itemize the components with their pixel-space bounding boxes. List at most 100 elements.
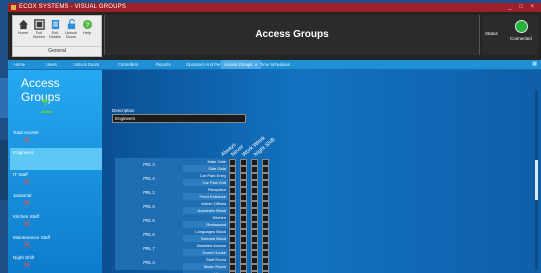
delete-icon[interactable]: ✕ bbox=[23, 135, 31, 145]
access-checkbox[interactable] bbox=[229, 201, 236, 208]
access-checkbox[interactable] bbox=[240, 222, 247, 229]
access-checkbox[interactable] bbox=[262, 166, 269, 173]
description-input[interactable] bbox=[112, 114, 246, 123]
access-checkbox[interactable] bbox=[262, 243, 269, 250]
access-checkbox[interactable] bbox=[229, 229, 236, 236]
access-checkbox[interactable] bbox=[240, 236, 247, 243]
access-checkbox[interactable] bbox=[240, 173, 247, 180]
access-checkbox[interactable] bbox=[240, 264, 247, 271]
access-checkbox[interactable] bbox=[240, 194, 247, 201]
tab-home[interactable]: Home bbox=[14, 60, 25, 69]
access-checkbox[interactable] bbox=[229, 194, 236, 201]
access-checkbox[interactable] bbox=[262, 229, 269, 236]
group-item-total-access[interactable]: Total Access ✕ bbox=[10, 128, 102, 150]
access-checkbox[interactable] bbox=[262, 201, 269, 208]
access-checkbox[interactable] bbox=[240, 243, 247, 250]
access-checkbox[interactable] bbox=[251, 215, 258, 222]
access-checkbox[interactable] bbox=[240, 201, 247, 208]
access-checkbox[interactable] bbox=[229, 166, 236, 173]
title-bar: ECOX SYSTEMS - VISUAL GROUPS _ □ × bbox=[8, 3, 541, 12]
access-checkbox[interactable] bbox=[251, 264, 258, 271]
access-checkbox[interactable] bbox=[240, 229, 247, 236]
group-item-it-staff[interactable]: IT Staff ✕ bbox=[10, 170, 102, 192]
access-checkbox[interactable] bbox=[229, 257, 236, 264]
add-group-icon[interactable]: + bbox=[41, 94, 52, 113]
help-button-label: Help bbox=[83, 31, 91, 35]
tab-controllers[interactable]: Controllers bbox=[118, 60, 138, 69]
access-checkbox[interactable] bbox=[251, 166, 258, 173]
help-button[interactable]: ? Help bbox=[79, 19, 95, 41]
tab-unlock-doors[interactable]: Unlock Doors bbox=[74, 60, 99, 69]
group-item-engineers[interactable]: Engineers bbox=[10, 148, 102, 170]
access-checkbox[interactable] bbox=[229, 159, 236, 166]
access-checkbox[interactable] bbox=[251, 201, 258, 208]
access-checkbox[interactable] bbox=[262, 159, 269, 166]
access-checkbox[interactable] bbox=[262, 187, 269, 194]
unlock-icon bbox=[67, 19, 75, 30]
access-checkbox[interactable] bbox=[240, 166, 247, 173]
access-checkbox[interactable] bbox=[251, 173, 258, 180]
access-checkbox[interactable] bbox=[262, 208, 269, 215]
tab-access-groups[interactable]: Access Groups ✕ bbox=[221, 60, 261, 69]
delete-icon[interactable]: ✕ bbox=[23, 219, 31, 229]
access-checkbox[interactable] bbox=[251, 257, 258, 264]
group-item-night-shift[interactable]: Night Shift ✕ bbox=[10, 253, 102, 273]
access-checkbox[interactable] bbox=[240, 180, 247, 187]
access-checkbox[interactable] bbox=[262, 257, 269, 264]
access-checkbox[interactable] bbox=[251, 236, 258, 243]
tab-time-schedules[interactable]: Time Schedules bbox=[260, 60, 290, 69]
access-checkbox[interactable] bbox=[262, 222, 269, 229]
access-checkbox[interactable] bbox=[251, 229, 258, 236]
access-checkbox[interactable] bbox=[229, 208, 236, 215]
access-checkbox[interactable] bbox=[262, 250, 269, 257]
delete-icon[interactable]: ✕ bbox=[23, 240, 31, 250]
group-item-janitorial[interactable]: Janitorial ✕ bbox=[10, 191, 102, 213]
access-checkbox[interactable] bbox=[262, 180, 269, 187]
close-tab-icon[interactable]: ✕ bbox=[254, 62, 258, 67]
access-checkbox[interactable] bbox=[262, 264, 269, 271]
vertical-scrollbar[interactable] bbox=[535, 90, 538, 270]
fullscreen-button[interactable]: Full Screen bbox=[31, 19, 47, 41]
access-checkbox[interactable] bbox=[229, 222, 236, 229]
exit-details-button[interactable]: Exit Details bbox=[47, 19, 63, 41]
access-checkbox[interactable] bbox=[229, 173, 236, 180]
access-checkbox[interactable] bbox=[262, 173, 269, 180]
access-checkbox[interactable] bbox=[251, 180, 258, 187]
group-item-maintenance-staff[interactable]: Maintenance Staff ✕ bbox=[10, 233, 102, 255]
window-controls[interactable]: _ □ × bbox=[508, 3, 537, 12]
scrollbar-thumb[interactable] bbox=[535, 160, 538, 200]
access-checkbox[interactable] bbox=[251, 194, 258, 201]
access-checkbox[interactable] bbox=[240, 159, 247, 166]
delete-icon[interactable]: ✕ bbox=[23, 260, 31, 270]
home-button[interactable]: Home bbox=[15, 19, 31, 41]
access-checkbox[interactable] bbox=[251, 243, 258, 250]
access-checkbox[interactable] bbox=[240, 215, 247, 222]
tab-users[interactable]: Users bbox=[46, 60, 57, 69]
access-checkbox[interactable] bbox=[240, 250, 247, 257]
ribbon: Home Full Screen Exit Details Unlock Doo… bbox=[8, 12, 541, 59]
access-checkbox[interactable] bbox=[229, 250, 236, 257]
access-checkbox[interactable] bbox=[229, 264, 236, 271]
access-checkbox[interactable] bbox=[251, 222, 258, 229]
access-checkbox[interactable] bbox=[229, 215, 236, 222]
access-checkbox[interactable] bbox=[262, 194, 269, 201]
delete-icon[interactable]: ✕ bbox=[23, 177, 31, 187]
access-checkbox[interactable] bbox=[240, 208, 247, 215]
access-checkbox[interactable] bbox=[229, 187, 236, 194]
tab-reports[interactable]: Reports bbox=[156, 60, 171, 69]
access-checkbox[interactable] bbox=[229, 236, 236, 243]
access-checkbox[interactable] bbox=[240, 257, 247, 264]
delete-icon[interactable]: ✕ bbox=[23, 198, 31, 208]
access-checkbox[interactable] bbox=[251, 187, 258, 194]
access-checkbox[interactable] bbox=[251, 159, 258, 166]
group-item-kitchen-staff[interactable]: Kitchen Staff ✕ bbox=[10, 212, 102, 234]
access-checkbox[interactable] bbox=[229, 243, 236, 250]
access-checkbox[interactable] bbox=[229, 180, 236, 187]
access-checkbox[interactable] bbox=[240, 187, 247, 194]
unlock-doors-button[interactable]: Unlock Doors bbox=[63, 19, 79, 41]
access-checkbox[interactable] bbox=[251, 208, 258, 215]
access-checkbox[interactable] bbox=[262, 236, 269, 243]
access-checkbox[interactable] bbox=[262, 215, 269, 222]
access-checkbox[interactable] bbox=[251, 250, 258, 257]
tab-menu-icon[interactable]: ▦ bbox=[532, 61, 537, 67]
